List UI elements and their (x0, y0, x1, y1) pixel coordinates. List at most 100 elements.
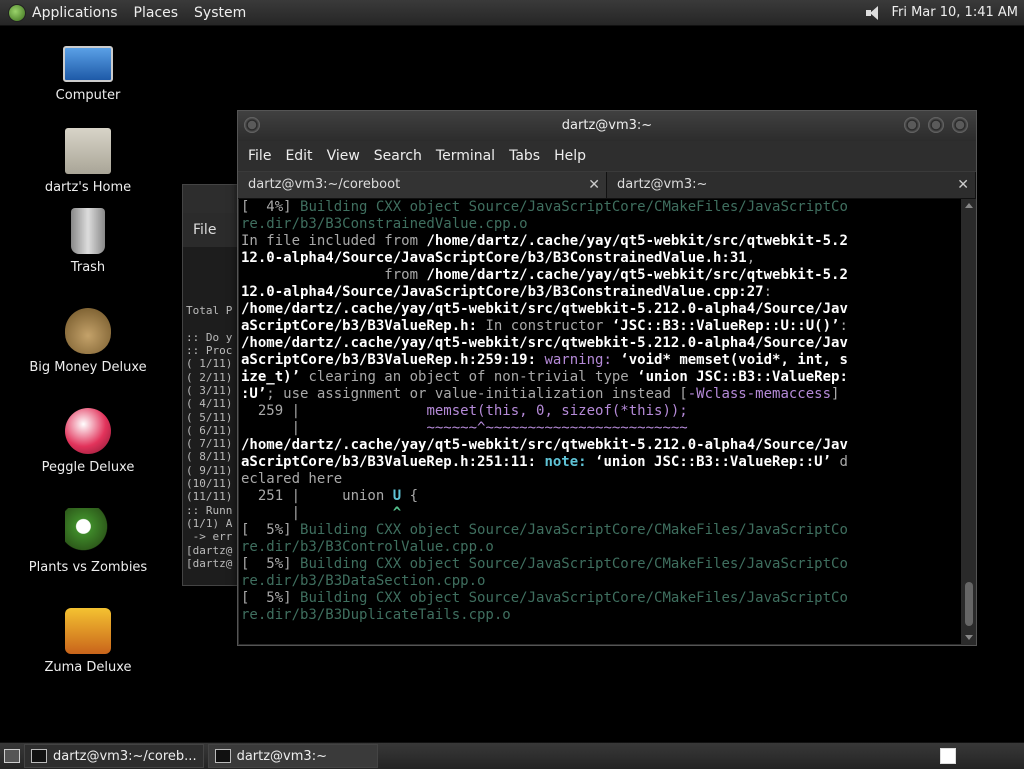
terminal-segment: /home/dartz/.cache/yay/qt5-webkit/src/qt… (426, 267, 848, 283)
terminal-line: [ 5%] Building CXX object Source/JavaScr… (241, 522, 961, 539)
window-menu-icon[interactable] (244, 117, 260, 133)
tray: Fri Mar 10, 1:41 AM (865, 5, 1018, 21)
terminal-segment: Building CXX object Source/JavaScriptCor… (300, 590, 848, 606)
terminal-segment: warning: (536, 352, 621, 368)
terminal-segment: [ 5%] (241, 522, 301, 538)
tab-coreboot[interactable]: dartz@vm3:~/coreboot ✕ (238, 172, 607, 198)
terminal-window[interactable]: dartz@vm3:~ File Edit View Search Termin… (237, 110, 977, 646)
terminal-segment: [ 5%] (241, 556, 301, 572)
terminal-line: [ 5%] Building CXX object Source/JavaScr… (241, 556, 961, 573)
menu-view[interactable]: View (327, 146, 360, 166)
terminal-segment: [ 4%] (241, 199, 301, 215)
clock[interactable]: Fri Mar 10, 1:41 AM (891, 5, 1018, 20)
taskbar-item-home[interactable]: dartz@vm3:~ (207, 744, 378, 768)
terminal-segment: [ 5%] (241, 590, 301, 606)
volume-icon[interactable] (865, 5, 883, 21)
workspace-switcher[interactable] (940, 748, 956, 764)
terminal-line: from /home/dartz/.cache/yay/qt5-webkit/s… (241, 267, 961, 284)
terminal-line: [ 5%] Building CXX object Source/JavaScr… (241, 590, 961, 607)
scroll-down-icon[interactable] (965, 635, 973, 640)
desktop-icon-trash[interactable]: Trash (18, 208, 158, 275)
terminal-line: [ 4%] Building CXX object Source/JavaScr… (241, 199, 961, 216)
terminal-segment: Building CXX object Source/JavaScriptCor… (300, 522, 848, 538)
terminal-line: aScriptCore/b3/B3ValueRep.h:259:19: warn… (241, 352, 961, 369)
terminal-line: | ~~~~~~^~~~~~~~~~~~~~~~~~~~~~~~~ (241, 420, 961, 437)
menu-system[interactable]: System (194, 5, 246, 21)
terminal-segment: :U’ (241, 386, 267, 402)
terminal-segment: note: (536, 454, 596, 470)
terminal-segment: Building CXX object Source/JavaScriptCor… (300, 199, 848, 215)
terminal-segment: : (839, 318, 848, 334)
terminal-line: re.dir/b3/B3ControlValue.cpp.o (241, 539, 961, 556)
desktop-icon-pvz[interactable]: Plants vs Zombies (18, 508, 158, 575)
close-icon[interactable] (952, 117, 968, 133)
maximize-icon[interactable] (928, 117, 944, 133)
desktop-icon-label: dartz's Home (44, 180, 132, 195)
menu-edit[interactable]: Edit (285, 146, 312, 166)
terminal-segment: d (831, 454, 848, 470)
desktop-icon-big-money[interactable]: Big Money Deluxe (18, 308, 158, 375)
titlebar[interactable]: dartz@vm3:~ (238, 111, 976, 141)
desktop-icon-label: Computer (55, 88, 121, 103)
menu-terminal[interactable]: Terminal (436, 146, 495, 166)
terminal-scrollbar[interactable] (962, 199, 976, 644)
menu-help[interactable]: Help (554, 146, 586, 166)
terminal-line: eclared here (241, 471, 961, 488)
menu-places[interactable]: Places (134, 5, 179, 21)
menu-applications[interactable]: Applications (32, 5, 118, 21)
menu-search[interactable]: Search (374, 146, 422, 166)
terminal-segment: | (241, 505, 393, 521)
plants-vs-zombies-icon (65, 508, 111, 554)
terminal-line: /home/dartz/.cache/yay/qt5-webkit/src/qt… (241, 301, 961, 318)
terminal-segment: , (746, 250, 756, 266)
tab-label: dartz@vm3:~ (617, 177, 708, 192)
terminal-segment: 12.0-alpha4/Source/JavaScriptCore/b3/B3C… (241, 250, 747, 266)
terminal-segment: | (241, 420, 427, 436)
menu-tabs[interactable]: Tabs (509, 146, 540, 166)
terminal-line: 259 | memset(this, 0, sizeof(*this)); (241, 403, 961, 420)
terminal-segment: ‘void* memset(void*, int, s (620, 352, 848, 368)
zuma-icon (65, 608, 111, 654)
tab-bar: dartz@vm3:~/coreboot ✕ dartz@vm3:~ ✕ (238, 171, 976, 199)
tab-home[interactable]: dartz@vm3:~ ✕ (607, 172, 976, 198)
terminal-segment: ] (831, 386, 840, 402)
taskbar-label: dartz@vm3:~/coreb... (53, 748, 197, 764)
terminal-segment: aScriptCore/b3/B3ValueRep.h: (241, 318, 478, 334)
desktop-icon-peggle[interactable]: Peggle Deluxe (18, 408, 158, 475)
terminal-icon (31, 749, 47, 763)
terminal-segment: re.dir/b3/B3ConstrainedValue.cpp.o (241, 216, 528, 232)
terminal-line: 12.0-alpha4/Source/JavaScriptCore/b3/B3C… (241, 284, 961, 301)
terminal-segment: re.dir/b3/B3DuplicateTails.cpp.o (241, 607, 511, 623)
terminal-icon (214, 749, 231, 763)
minimize-icon[interactable] (904, 117, 920, 133)
tab-label: dartz@vm3:~/coreboot (248, 177, 401, 192)
terminal-segment: ‘union JSC::B3::ValueRep: (637, 369, 848, 385)
desktop-icon-label: Zuma Deluxe (44, 660, 132, 675)
terminal-segment: /home/dartz/.cache/yay/qt5-webkit/src/qt… (241, 301, 848, 317)
peggle-icon (65, 408, 111, 454)
taskbar-item-coreboot[interactable]: dartz@vm3:~/coreb... (24, 744, 204, 768)
terminal-segment: In constructor (477, 318, 612, 334)
desktop-icon-computer[interactable]: Computer (18, 46, 158, 103)
terminal-segment: 259 | (241, 403, 427, 419)
menu-file[interactable]: File (248, 146, 271, 166)
scroll-thumb[interactable] (965, 582, 973, 626)
taskbar-label: dartz@vm3:~ (236, 748, 327, 764)
terminal-segment: aScriptCore/b3/B3ValueRep.h:259:19: (241, 352, 537, 368)
trash-icon (71, 208, 105, 254)
tab-close-icon[interactable]: ✕ (957, 172, 969, 198)
tab-close-icon[interactable]: ✕ (588, 172, 600, 198)
desktop-icon-zuma[interactable]: Zuma Deluxe (18, 608, 158, 675)
computer-icon (63, 46, 113, 82)
terminal-segment: re.dir/b3/B3DataSection.cpp.o (241, 573, 486, 589)
terminal-output[interactable]: [ 4%] Building CXX object Source/JavaScr… (239, 199, 961, 644)
terminal-segment: : (763, 284, 773, 300)
mate-logo-icon[interactable] (8, 3, 26, 22)
terminal-segment: re.dir/b3/B3ControlValue.cpp.o (241, 539, 494, 555)
terminal-segment: In file included from (241, 233, 427, 249)
show-desktop-icon[interactable] (4, 749, 20, 763)
scroll-up-icon[interactable] (965, 203, 973, 208)
terminal-segment: 251 | union (241, 488, 393, 504)
desktop-icon-label: Big Money Deluxe (29, 360, 147, 375)
desktop-icon-home[interactable]: dartz's Home (18, 128, 158, 195)
